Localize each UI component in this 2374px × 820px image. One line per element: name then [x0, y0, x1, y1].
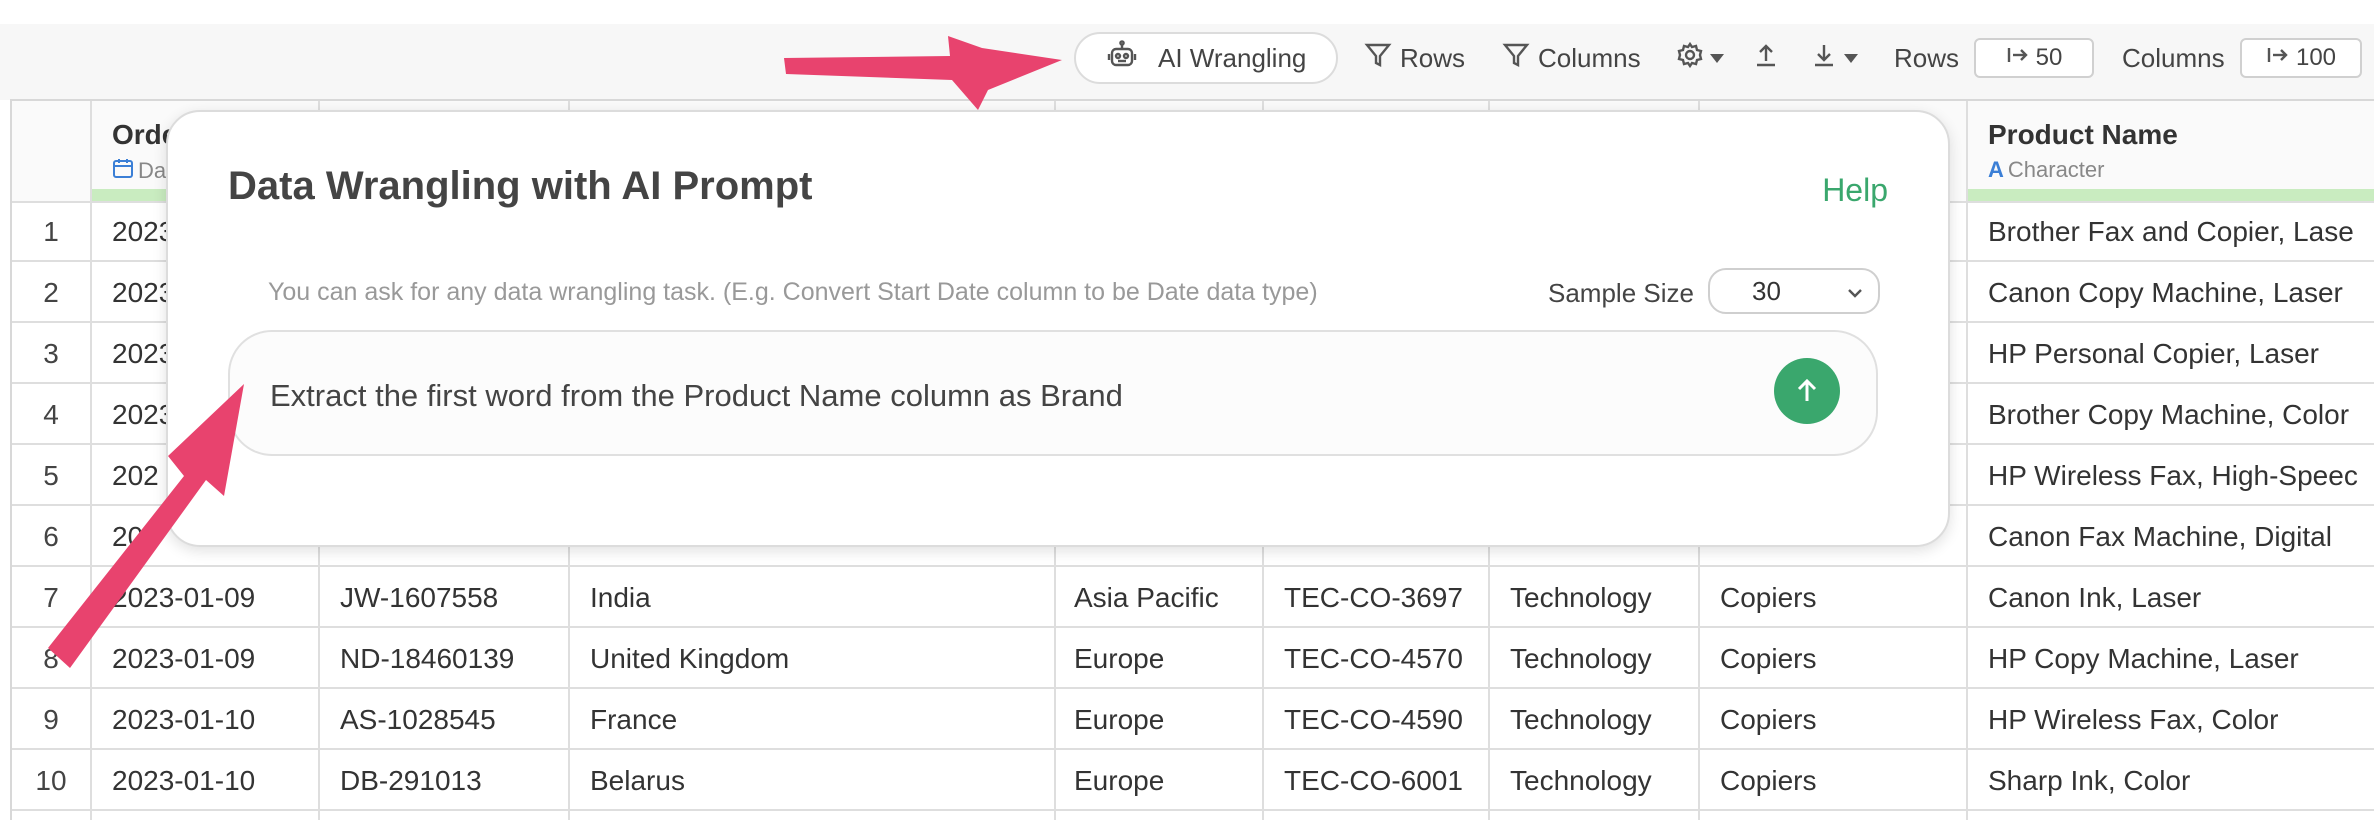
- character-type-icon: A: [1988, 157, 2004, 182]
- sample-size-value: 30: [1752, 276, 1781, 306]
- rows-count-button[interactable]: 50: [1974, 38, 2094, 78]
- table-cell: TEC-CO-6001: [1284, 765, 1463, 796]
- table-cell: ND-18460139: [340, 643, 515, 674]
- table-cell: Europe: [1074, 704, 1165, 735]
- table-cell: Sharp Ink, Color: [1988, 765, 2191, 796]
- rows-count-label: Rows: [1894, 42, 1960, 73]
- table-cell: HP Personal Copier, Laser: [1988, 338, 2319, 369]
- row-number: 3: [43, 338, 59, 369]
- table-cell: 2023-01-10: [112, 765, 256, 796]
- table-cell: 2023-01-09: [112, 582, 256, 613]
- row-number: 2: [43, 277, 59, 308]
- table-row[interactable]: 10 2023-01-10 DB-291013 Belarus Europe TEC-CO…: [12, 750, 2374, 811]
- row-number: 1: [43, 216, 59, 247]
- table-row[interactable]: 9 2023-01-10 AS-1028545 France Europe TEC-CO-…: [12, 689, 2374, 750]
- prompt-hint: You can ask for any data wrangling task.…: [268, 278, 1318, 306]
- arrow-right-bar-icon: [2266, 43, 2290, 74]
- table-cell: Copiers: [1720, 704, 1817, 735]
- table-cell: Belarus: [590, 765, 685, 796]
- table-cell: JW-1607558: [340, 582, 499, 613]
- table-cell: HP Wireless Fax, Color: [1988, 704, 2279, 735]
- download-menu-button[interactable]: [1810, 33, 1858, 83]
- sample-size-select[interactable]: 30: [1708, 268, 1880, 314]
- upload-button[interactable]: [1752, 33, 1780, 83]
- table-cell: Copiers: [1720, 765, 1817, 796]
- table-cell: Brother Copy Machine, Color: [1988, 399, 2350, 430]
- rows-count-value: 50: [2035, 44, 2063, 71]
- row-number: 10: [35, 765, 67, 796]
- upload-icon: [1752, 41, 1780, 76]
- table-cell: DB-291013: [340, 765, 482, 796]
- ai-wrangling-button[interactable]: AI Wrangling: [1074, 32, 1338, 84]
- table-cell: United Kingdom: [590, 643, 790, 674]
- table-cell: 2023-01-10: [112, 704, 256, 735]
- row-number: 8: [43, 643, 59, 674]
- table-cell: AS-1028545: [340, 704, 496, 735]
- table-cell: TEC-CO-4590: [1284, 704, 1463, 735]
- table-row[interactable]: 8 2023-01-09 ND-18460139 United Kingdom Euro…: [12, 628, 2374, 689]
- table-cell: India: [590, 582, 651, 613]
- filter-icon: [1364, 41, 1392, 76]
- column-type-date: Da: [112, 157, 172, 185]
- help-link[interactable]: Help: [1822, 172, 1888, 209]
- column-type-label: Character: [2007, 157, 2105, 182]
- table-cell: Technology: [1510, 582, 1652, 613]
- table-cell: Technology: [1510, 643, 1652, 674]
- row-number: 9: [43, 704, 59, 735]
- table-cell: HP Copy Machine, Laser: [1988, 643, 2299, 674]
- table-cell: TEC-CO-4570: [1284, 643, 1463, 674]
- column-type-label: Da: [138, 158, 167, 183]
- table-cell: Canon Ink, Laser: [1988, 582, 2202, 613]
- table-cell: Technology: [1510, 765, 1652, 796]
- columns-count-value: 100: [2295, 44, 2337, 71]
- send-button[interactable]: [1774, 358, 1840, 424]
- table-cell: Technology: [1510, 704, 1652, 735]
- table-cell: France: [590, 704, 678, 735]
- download-icon: [1810, 41, 1838, 76]
- table-cell: Canon Fax Machine, Digital: [1988, 521, 2332, 552]
- row-number: 6: [43, 521, 59, 552]
- row-divider: [12, 809, 2374, 811]
- rows-filter-button[interactable]: Rows: [1364, 33, 1465, 83]
- table-cell: HP Wireless Fax, High-Speec: [1988, 460, 2358, 491]
- prompt-input[interactable]: Extract the first word from the Product …: [228, 330, 1878, 456]
- table-cell: TEC-CO-3697: [1284, 582, 1463, 613]
- row-number: 5: [43, 460, 59, 491]
- ai-prompt-dialog: Data Wrangling with AI Prompt Help You c…: [166, 110, 1950, 547]
- chevron-down-icon: [1848, 289, 1862, 298]
- settings-menu-button[interactable]: [1676, 33, 1724, 83]
- dialog-title: Data Wrangling with AI Prompt: [228, 164, 813, 208]
- row-number: 4: [43, 399, 59, 430]
- arrow-up-icon: [1797, 378, 1817, 401]
- table-row[interactable]: 7 2023-01-09 JW-1607558 India Asia Pacific TE…: [12, 567, 2374, 628]
- prompt-text: Extract the first word from the Product …: [270, 378, 1123, 413]
- table-cell: Europe: [1074, 643, 1165, 674]
- columns-filter-button[interactable]: Columns: [1502, 33, 1641, 83]
- gear-icon: [1676, 41, 1704, 76]
- robot-icon: [1106, 39, 1138, 78]
- columns-count-label: Columns: [2122, 42, 2225, 73]
- columns-filter-label: Columns: [1538, 42, 1641, 73]
- calendar-icon: [112, 157, 134, 185]
- table-cell: Asia Pacific: [1074, 582, 1219, 613]
- column-header-product-name[interactable]: Product Name: [1988, 119, 2368, 151]
- table-cell: Copiers: [1720, 643, 1817, 674]
- ai-wrangling-label: AI Wrangling: [1158, 42, 1307, 73]
- column-header-order-date[interactable]: Orde: [112, 119, 172, 151]
- filter-icon: [1502, 41, 1530, 76]
- table-cell: 2023-01-09: [112, 643, 256, 674]
- sample-size-label: Sample Size: [1548, 278, 1694, 308]
- chevron-down-icon: [1710, 53, 1724, 63]
- table-cell: Europe: [1074, 765, 1165, 796]
- table-cell: Copiers: [1720, 582, 1817, 613]
- arrow-right-bar-icon: [2006, 43, 2030, 74]
- chevron-down-icon: [1844, 53, 1858, 63]
- column-type-character: A Character: [1988, 157, 2368, 183]
- row-number: 7: [43, 582, 59, 613]
- column-status-bar: [1968, 189, 2374, 201]
- table-cell: Brother Fax and Copier, Lase: [1988, 216, 2354, 247]
- columns-count-button[interactable]: 100: [2240, 38, 2362, 78]
- table-cell: Canon Copy Machine, Laser: [1988, 277, 2343, 308]
- rows-filter-label: Rows: [1400, 42, 1466, 73]
